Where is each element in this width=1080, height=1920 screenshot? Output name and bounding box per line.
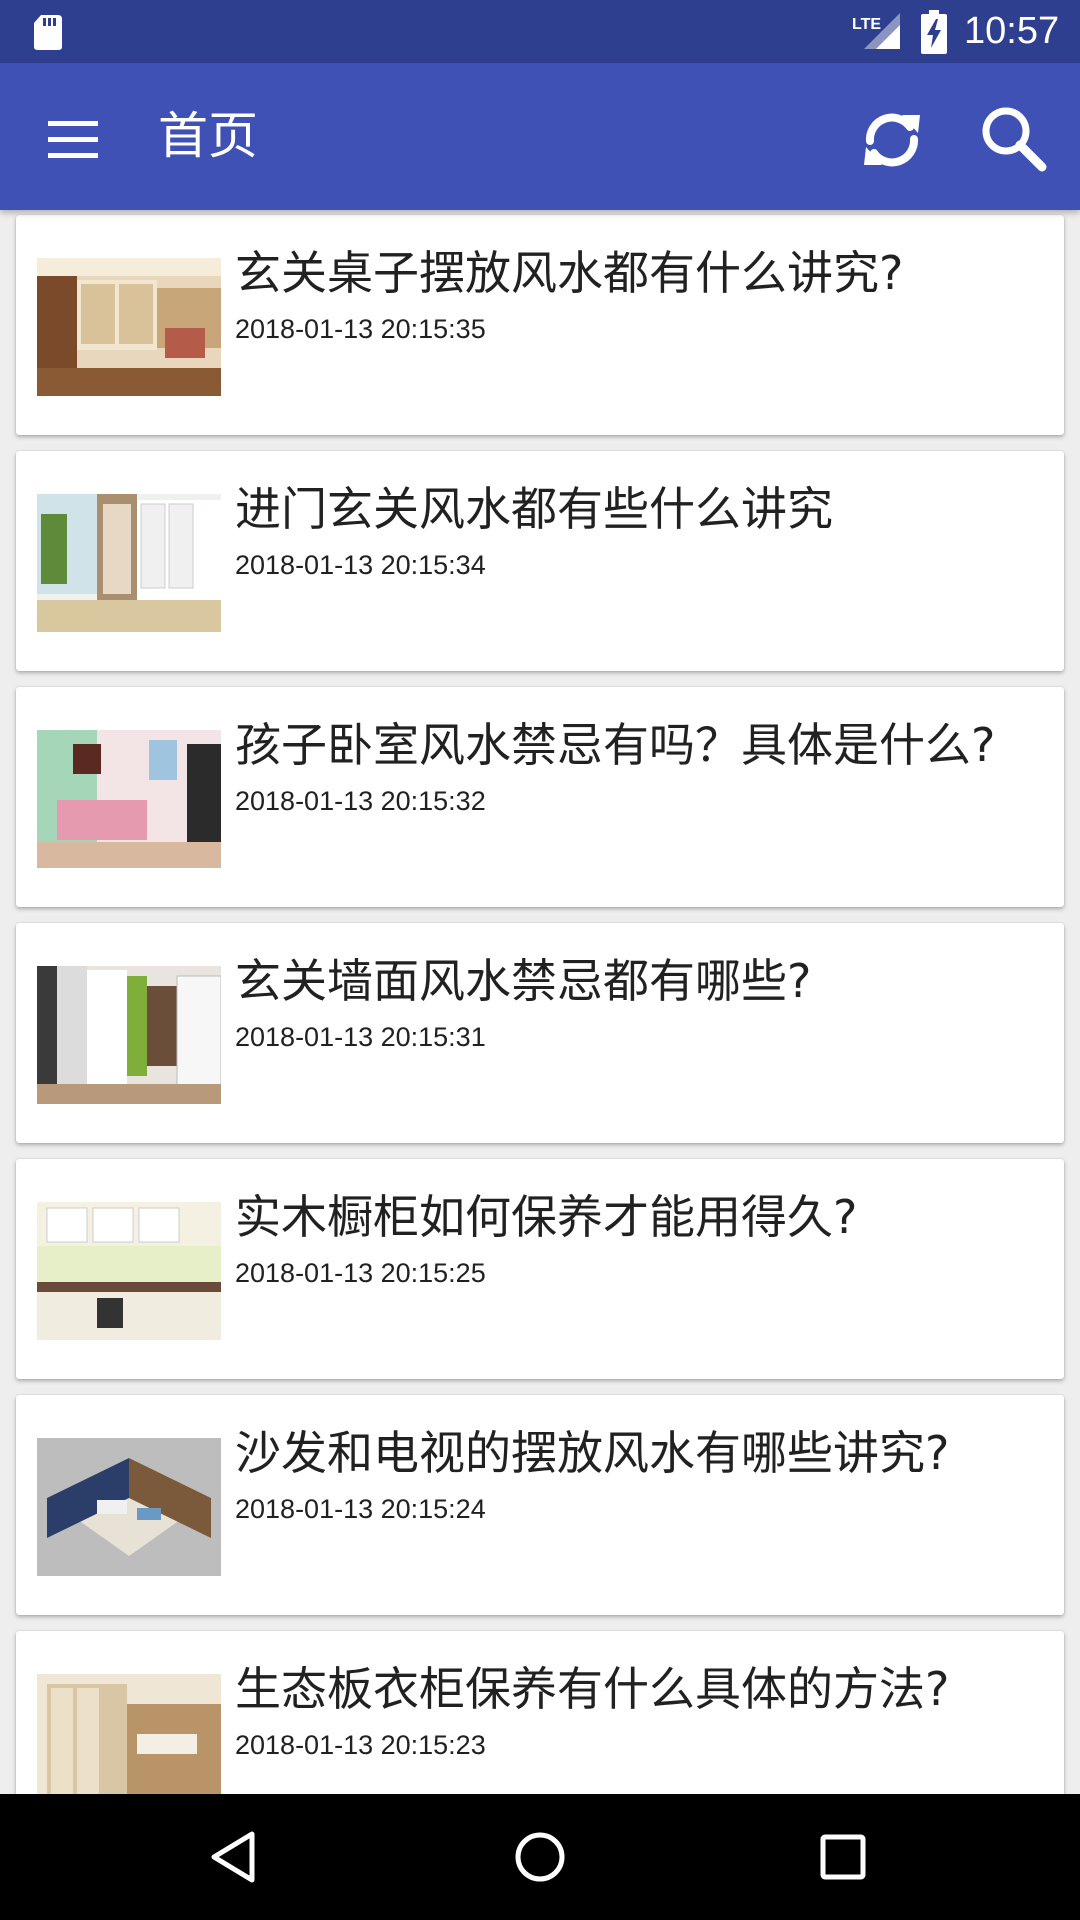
status-bar: LTE 10:57 [0,0,1080,63]
article-card[interactable]: 进门玄关风水都有些什么讲究 2018-01-13 20:15:34 [16,451,1064,671]
article-title: 玄关墙面风水禁忌都有哪些? [235,954,812,1008]
article-thumbnail [37,730,221,868]
system-nav-bar [0,1794,1080,1920]
article-thumbnail [37,1202,221,1340]
menu-icon [36,103,110,177]
article-title: 沙发和电视的摆放风水有哪些讲究? [235,1426,950,1480]
article-card[interactable]: 沙发和电视的摆放风水有哪些讲究? 2018-01-13 20:15:24 [16,1395,1064,1615]
recents-icon [808,1834,878,1896]
app-toolbar: 首页 [0,63,1080,210]
screen: LTE 10:57 首页 玄关桌子摆放风水都有什么讲究? 2018-01-13 … [0,0,1080,1920]
article-title: 进门玄关风水都有些什么讲究 [235,482,833,536]
article-time: 2018-01-13 20:15:35 [235,314,486,344]
battery-charging-icon [920,10,948,54]
article-thumbnail [37,1674,221,1794]
network-label: LTE [852,16,881,33]
status-clock: 10:57 [964,10,1060,52]
article-thumbnail [37,1438,221,1576]
refresh-button[interactable] [852,99,932,179]
article-time: 2018-01-13 20:15:25 [235,1258,486,1288]
article-title: 玄关桌子摆放风水都有什么讲究? [235,246,904,300]
search-button[interactable] [974,99,1054,179]
article-list[interactable]: 玄关桌子摆放风水都有什么讲究? 2018-01-13 20:15:35 进门玄关… [0,210,1080,1794]
article-card[interactable]: 实木橱柜如何保养才能用得久? 2018-01-13 20:15:25 [16,1159,1064,1379]
back-icon [200,1831,270,1896]
home-button[interactable] [505,1822,575,1892]
article-title: 生态板衣柜保养有什么具体的方法? [235,1662,950,1716]
article-card[interactable]: 玄关墙面风水禁忌都有哪些? 2018-01-13 20:15:31 [16,923,1064,1143]
recents-button[interactable] [808,1822,878,1892]
lte-signal-icon: LTE [852,11,902,51]
article-time: 2018-01-13 20:15:24 [235,1494,486,1524]
sd-card-icon [32,13,64,51]
article-time: 2018-01-13 20:15:34 [235,550,486,580]
menu-button[interactable] [36,103,110,177]
home-icon [505,1832,575,1896]
page-title: 首页 [158,107,258,165]
search-icon [974,99,1054,179]
article-title: 实木橱柜如何保养才能用得久? [235,1190,858,1244]
back-button[interactable] [200,1822,270,1892]
article-card[interactable]: 孩子卧室风水禁忌有吗？具体是什么? 2018-01-13 20:15:32 [16,687,1064,907]
article-card[interactable]: 玄关桌子摆放风水都有什么讲究? 2018-01-13 20:15:35 [16,215,1064,435]
article-card[interactable]: 生态板衣柜保养有什么具体的方法? 2018-01-13 20:15:23 [16,1631,1064,1794]
article-time: 2018-01-13 20:15:23 [235,1730,486,1760]
article-thumbnail [37,966,221,1104]
article-title: 孩子卧室风水禁忌有吗？具体是什么? [235,718,996,772]
article-thumbnail [37,494,221,632]
article-time: 2018-01-13 20:15:31 [235,1022,486,1052]
article-time: 2018-01-13 20:15:32 [235,786,486,816]
refresh-icon [852,99,932,179]
article-thumbnail [37,258,221,396]
